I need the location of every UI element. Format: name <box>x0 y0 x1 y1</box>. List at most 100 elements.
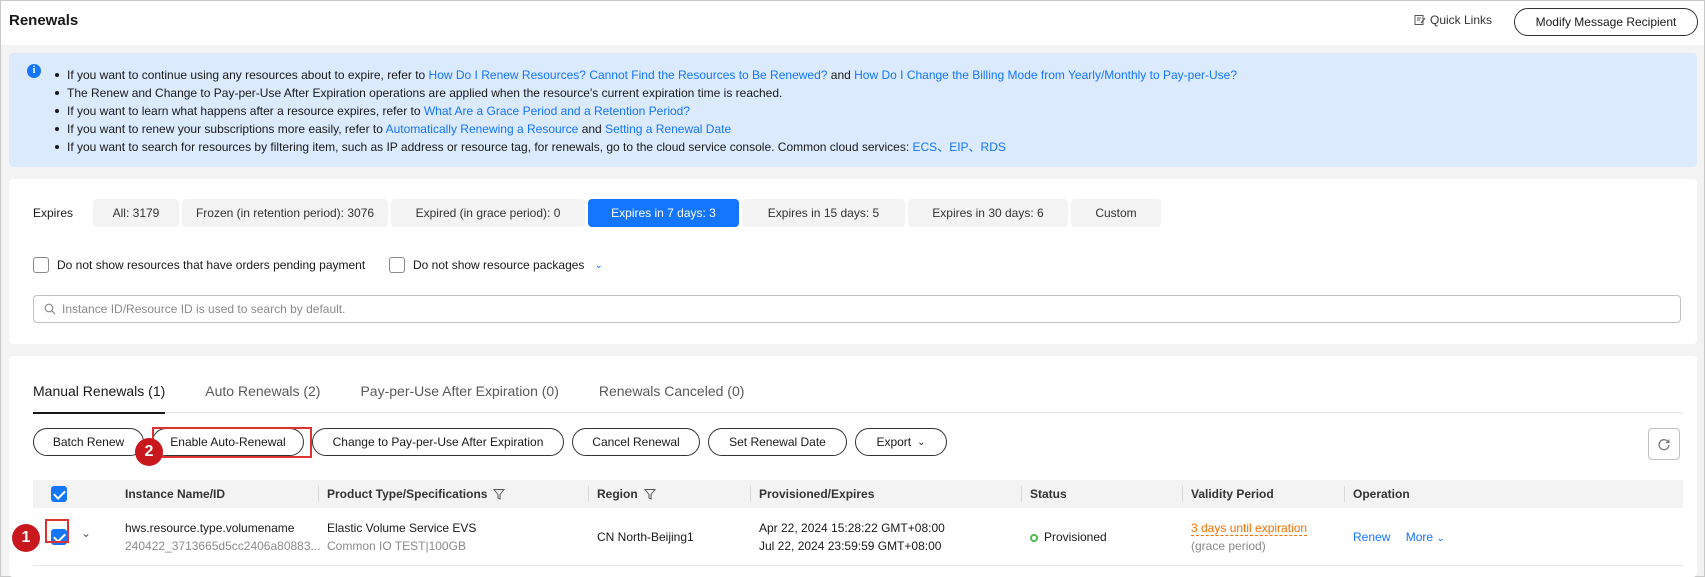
renewal-tabs: Manual Renewals (1) Auto Renewals (2) Pa… <box>33 383 1683 414</box>
hide-pending-orders-checkbox[interactable] <box>33 257 49 273</box>
select-all-checkbox[interactable] <box>51 486 67 502</box>
tab-renewals-canceled[interactable]: Renewals Canceled (0) <box>599 383 745 413</box>
quick-links-link[interactable]: Quick Links <box>1414 13 1492 27</box>
column-validity: Validity Period <box>1191 487 1274 501</box>
cloud-services-links[interactable]: ECS、EIP、RDS <box>913 140 1006 154</box>
chevron-down-icon[interactable]: ⌄ <box>594 260 602 271</box>
chip-custom[interactable]: Custom <box>1071 199 1161 227</box>
notice-item: If you want to search for resources by f… <box>53 138 1237 156</box>
export-label: Export <box>876 435 912 449</box>
export-button[interactable]: Export ⌄ <box>855 428 947 456</box>
notice-text: and <box>578 122 606 136</box>
cancel-renewal-button[interactable]: Cancel Renewal <box>572 428 700 456</box>
renewals-list-panel: Manual Renewals (1) Auto Renewals (2) Pa… <box>9 356 1697 577</box>
column-divider <box>588 486 589 502</box>
validity-note: (grace period) <box>1191 539 1266 553</box>
column-divider <box>1344 486 1345 502</box>
column-divider <box>318 486 319 502</box>
change-billing-mode-link[interactable]: How Do I Change the Billing Mode from Ye… <box>854 68 1237 82</box>
filter-icon[interactable] <box>643 488 656 500</box>
tab-auto-renewals[interactable]: Auto Renewals (2) <box>205 383 320 413</box>
renew-resources-link[interactable]: How Do I Renew Resources? Cannot Find th… <box>429 68 828 82</box>
chip-frozen[interactable]: Frozen (in retention period): 3076 <box>182 199 388 227</box>
option-label: Do not show resource packages <box>413 258 585 272</box>
validity-countdown: 3 days until expiration <box>1191 521 1308 536</box>
enable-auto-renewal-button[interactable]: Enable Auto-Renewal <box>152 428 304 456</box>
instance-name: hws.resource.type.volumename <box>125 521 295 535</box>
column-divider <box>1182 486 1183 502</box>
status-label: Provisioned <box>1044 530 1107 544</box>
expires-label: Expires <box>33 206 74 220</box>
product-spec: Common IO TEST|100GB <box>327 539 466 553</box>
validity-value: 3 days until expiration <box>1191 519 1308 537</box>
column-divider <box>1021 486 1022 502</box>
tab-pay-per-use[interactable]: Pay-per-Use After Expiration (0) <box>360 383 558 413</box>
modify-message-recipient-button[interactable]: Modify Message Recipient <box>1514 8 1698 36</box>
auto-renewing-link[interactable]: Automatically Renewing a Resource <box>386 122 579 136</box>
quick-links-label: Quick Links <box>1430 13 1493 27</box>
notice-item: The Renew and Change to Pay-per-Use Afte… <box>53 84 1237 102</box>
search-input[interactable] <box>62 302 1562 316</box>
edit-note-icon <box>1414 15 1426 25</box>
column-instance: Instance Name/ID <box>125 487 226 501</box>
column-operation: Operation <box>1353 487 1410 501</box>
chevron-down-icon: ⌄ <box>917 436 926 448</box>
step-badge-1: 1 <box>12 524 40 552</box>
grace-retention-period-link[interactable]: What Are a Grace Period and a Retention … <box>424 104 690 118</box>
column-product: Product Type/Specifications <box>327 480 506 508</box>
column-provisioned: Provisioned/Expires <box>759 487 875 501</box>
notice-text: and <box>827 68 855 82</box>
status-value: Provisioned <box>1030 528 1107 546</box>
action-toolbar: Batch Renew Enable Auto-Renewal Change t… <box>33 428 947 456</box>
status-dot-icon <box>1030 533 1038 542</box>
provisioned-date: Apr 22, 2024 15:28:22 GMT+08:00 <box>759 521 945 535</box>
column-product-label: Product Type/Specifications <box>327 487 488 501</box>
info-icon: i <box>27 64 41 78</box>
expires-filter-chips: All: 3179 Frozen (in retention period): … <box>93 199 1161 227</box>
filter-icon[interactable] <box>493 488 506 500</box>
option-hide-pending-orders[interactable]: Do not show resources that have orders p… <box>33 257 365 273</box>
row-operations: Renew More ⌄ <box>1353 528 1445 548</box>
hide-resource-packages-checkbox[interactable] <box>389 257 405 273</box>
chip-expired[interactable]: Expired (in grace period): 0 <box>391 199 585 227</box>
more-menu-link[interactable]: More ⌄ <box>1406 530 1445 544</box>
filter-panel: Expires All: 3179 Frozen (in retention p… <box>9 179 1697 344</box>
chip-all[interactable]: All: 3179 <box>93 199 179 227</box>
notice-text: If you want to renew your subscriptions … <box>67 122 386 136</box>
option-label: Do not show resources that have orders p… <box>57 258 366 272</box>
column-region-label: Region <box>597 487 638 501</box>
row-select-checkbox[interactable] <box>51 529 67 545</box>
setting-renewal-date-link[interactable]: Setting a Renewal Date <box>605 122 731 136</box>
renew-link[interactable]: Renew <box>1353 530 1390 544</box>
notice-text: If you want to continue using any resour… <box>67 68 429 82</box>
notice-text: The Renew and Change to Pay-per-Use Afte… <box>67 86 783 100</box>
more-label: More <box>1405 530 1434 544</box>
product-type: Elastic Volume Service EVS <box>327 521 477 535</box>
notice-text: If you want to search for resources by f… <box>67 140 913 154</box>
region-value: CN North-Beijing1 <box>597 530 694 544</box>
option-hide-resource-packages[interactable]: Do not show resource packages ⌄ <box>389 257 603 273</box>
chevron-down-icon: ⌄ <box>1436 533 1445 544</box>
page-header: Renewals Quick Links Modify Message Reci… <box>1 1 1704 45</box>
column-divider <box>750 486 751 502</box>
expand-chevron-icon[interactable]: ⌄ <box>81 526 91 540</box>
chip-expires-7-days[interactable]: Expires in 7 days: 3 <box>588 199 739 227</box>
tab-manual-renewals[interactable]: Manual Renewals (1) <box>33 383 166 414</box>
notice-text: If you want to learn what happens after … <box>67 104 424 118</box>
window-frame: Renewals Quick Links Modify Message Reci… <box>0 0 1705 577</box>
batch-renew-button[interactable]: Batch Renew <box>33 428 144 456</box>
refresh-button[interactable] <box>1648 428 1680 460</box>
instance-id: 240422_3713665d5cc2406a80883... <box>125 539 321 553</box>
chip-expires-15-days[interactable]: Expires in 15 days: 5 <box>742 199 905 227</box>
refresh-icon <box>1658 439 1670 451</box>
info-notice: i If you want to continue using any reso… <box>9 53 1697 167</box>
search-box[interactable] <box>33 295 1681 323</box>
change-to-pay-per-use-button[interactable]: Change to Pay-per-Use After Expiration <box>312 428 564 456</box>
chip-expires-30-days[interactable]: Expires in 30 days: 6 <box>908 199 1068 227</box>
notice-item: If you want to continue using any resour… <box>53 66 1237 84</box>
notice-item: If you want to learn what happens after … <box>53 102 1237 120</box>
notice-list: If you want to continue using any resour… <box>53 66 1237 156</box>
table-row: ⌄ hws.resource.type.volumename 240422_37… <box>33 508 1683 566</box>
set-renewal-date-button[interactable]: Set Renewal Date <box>708 428 847 456</box>
step-badge-2: 2 <box>135 438 163 466</box>
